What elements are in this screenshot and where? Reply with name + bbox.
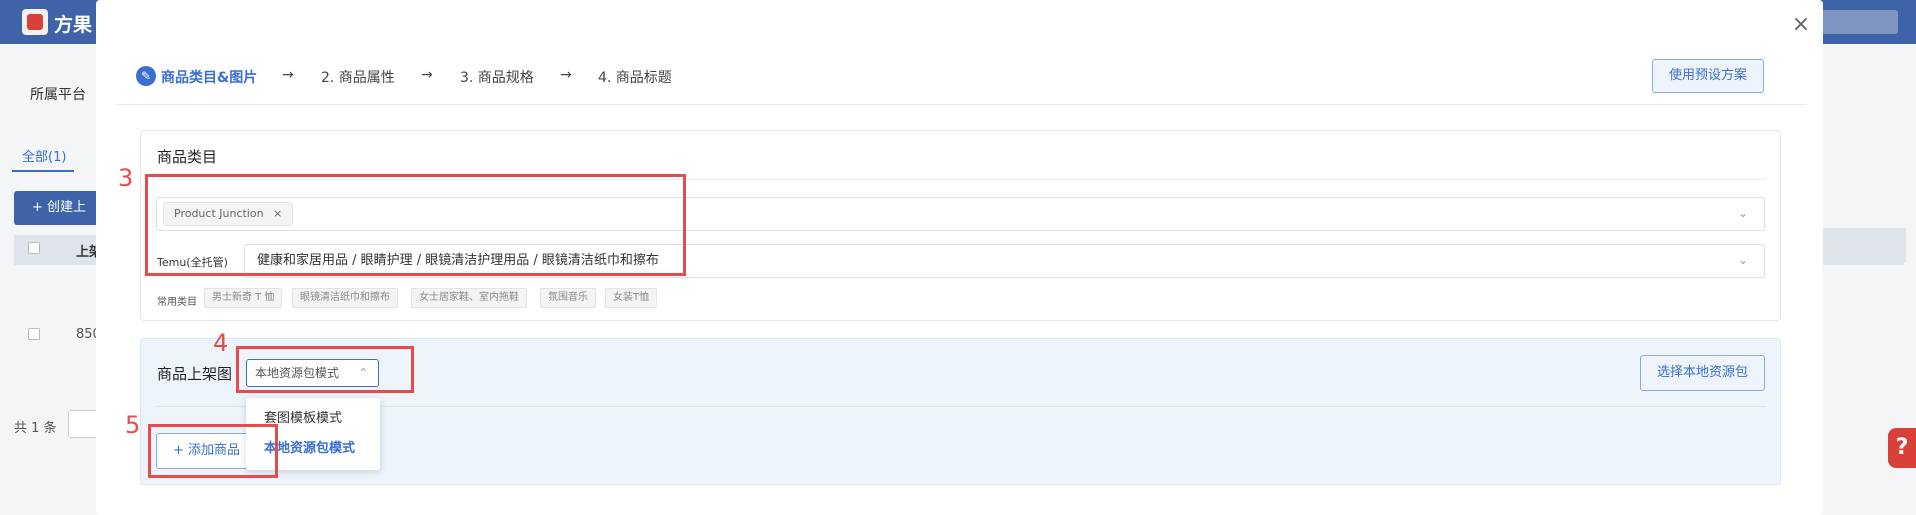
pagination-total: 共 1 条 bbox=[14, 421, 57, 436]
annotation-number-3: 3 bbox=[118, 164, 134, 192]
tab-active-indicator bbox=[12, 170, 74, 172]
app-logo bbox=[22, 9, 48, 35]
common-category-chip[interactable]: 女士居家鞋、室内拖鞋 bbox=[411, 288, 527, 308]
annotation-box-5 bbox=[148, 424, 278, 478]
use-preset-button[interactable]: 使用预设方案 bbox=[1652, 59, 1764, 93]
close-icon[interactable]: × bbox=[1790, 14, 1812, 36]
card-divider bbox=[156, 406, 1766, 407]
annotation-box-3 bbox=[145, 174, 686, 276]
common-category-chip[interactable]: 氛围音乐 bbox=[540, 288, 596, 308]
platform-filter-label: 所属平台 bbox=[30, 87, 86, 103]
choose-local-package-button[interactable]: 选择本地资源包 bbox=[1640, 355, 1765, 391]
step-specs[interactable]: 3. 商品规格 bbox=[460, 67, 534, 87]
common-category-label: 常用类目 bbox=[157, 297, 197, 308]
table-header-extension bbox=[1810, 228, 1906, 262]
arrow-right-icon: → bbox=[421, 67, 433, 83]
row-checkbox[interactable] bbox=[28, 328, 40, 340]
steps-divider bbox=[116, 104, 1806, 105]
tab-all[interactable]: 全部(1) bbox=[22, 146, 66, 165]
common-category-chip[interactable]: 女装T恤 bbox=[605, 288, 658, 308]
arrow-right-icon: → bbox=[282, 67, 294, 83]
step-attributes[interactable]: 2. 商品属性 bbox=[321, 67, 395, 87]
chevron-down-icon[interactable]: ⌄ bbox=[1738, 206, 1748, 220]
annotation-number-4: 4 bbox=[213, 329, 229, 357]
page-size-select[interactable] bbox=[68, 410, 98, 438]
chevron-down-icon[interactable]: ⌄ bbox=[1738, 253, 1748, 267]
app-name: 方果 bbox=[54, 14, 93, 36]
help-button[interactable]: ? bbox=[1888, 428, 1916, 468]
common-category-chip[interactable]: 男士新奇 T 恤 bbox=[204, 288, 283, 308]
step-category-images[interactable]: 商品类目&图片 bbox=[161, 67, 257, 87]
arrow-right-icon: → bbox=[560, 67, 572, 83]
category-title: 商品类目 bbox=[157, 148, 218, 166]
logo-mark bbox=[27, 14, 43, 30]
user-menu[interactable] bbox=[1818, 10, 1898, 34]
listing-images-title: 商品上架图 bbox=[157, 365, 233, 383]
create-button[interactable]: + 创建上 bbox=[14, 191, 106, 225]
step-title[interactable]: 4. 商品标题 bbox=[598, 67, 672, 87]
annotation-box-4 bbox=[236, 346, 414, 393]
common-category-chip[interactable]: 眼镜清洁纸巾和擦布 bbox=[292, 288, 398, 308]
select-all-checkbox[interactable] bbox=[28, 242, 40, 254]
edit-icon: ✎ bbox=[136, 66, 156, 86]
annotation-number-5: 5 bbox=[125, 411, 141, 439]
